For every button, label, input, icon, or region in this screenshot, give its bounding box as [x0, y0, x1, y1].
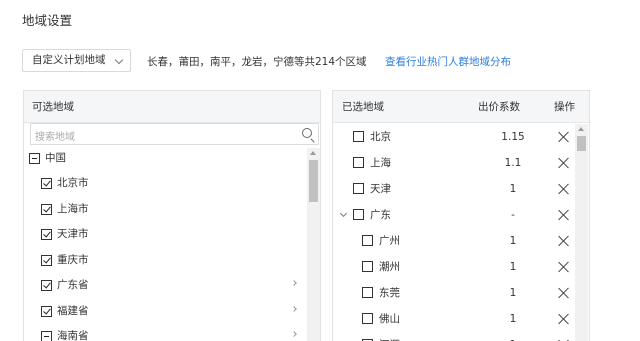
- tree-item-label: 福建省: [57, 305, 89, 317]
- checkbox-foshan-selected[interactable]: [362, 313, 373, 324]
- tree-item-label: 广东省: [57, 279, 89, 291]
- selected-row-beijing: 北京 1.15: [333, 124, 573, 150]
- bid-coefficient-value[interactable]: 1: [501, 306, 525, 332]
- selected-regions-header: 已选地域 出价系数 操作: [333, 91, 589, 123]
- available-regions-header: 可选地域: [24, 91, 320, 123]
- selected-row-shanghai: 上海 1.1: [333, 150, 573, 176]
- tree-item-shanghai[interactable]: 上海市: [41, 198, 301, 220]
- bid-coefficient-value: -: [511, 209, 515, 221]
- scrollbar-thumb[interactable]: [577, 136, 586, 151]
- tree-item-tianjin[interactable]: 天津市: [41, 223, 301, 245]
- selected-region-name: 广东: [370, 209, 391, 221]
- bid-coefficient-value[interactable]: 1.15: [501, 124, 525, 150]
- close-icon[interactable]: [558, 131, 570, 143]
- checkbox-tianjin-selected[interactable]: [353, 183, 364, 194]
- header-action: 操作: [554, 101, 575, 113]
- tree-item-label: 天津市: [57, 228, 89, 240]
- selected-row-tianjin: 天津 1: [333, 176, 573, 202]
- bid-coefficient-value[interactable]: 1: [501, 332, 525, 341]
- bid-coefficient-value[interactable]: 1: [501, 176, 525, 202]
- plan-region-select[interactable]: 自定义计划地域: [22, 49, 131, 72]
- checkbox-beijing[interactable]: [41, 178, 52, 189]
- selected-region-name: 北京: [370, 131, 391, 143]
- region-search-input[interactable]: 搜索地域: [30, 123, 319, 145]
- tree-item-label: 海南省: [57, 330, 89, 341]
- industry-distribution-link[interactable]: 查看行业热门人群地域分布: [385, 54, 511, 69]
- selected-row-dongguan: 东莞 1: [333, 280, 573, 306]
- scroll-up-icon[interactable]: [310, 151, 316, 155]
- checkbox-guangdong-selected[interactable]: [353, 209, 364, 220]
- search-placeholder: 搜索地域: [35, 132, 75, 143]
- search-icon[interactable]: [302, 128, 312, 138]
- chevron-down-icon: [114, 55, 124, 65]
- checkbox-shanghai-selected[interactable]: [353, 157, 364, 168]
- scrollbar-thumb[interactable]: [309, 160, 318, 202]
- close-icon[interactable]: [558, 313, 570, 325]
- close-icon[interactable]: [558, 235, 570, 247]
- tree-item-guangdong[interactable]: 广东省: [41, 274, 301, 296]
- checkbox-guangzhou-selected[interactable]: [362, 235, 373, 246]
- chevron-down-icon[interactable]: [339, 209, 348, 218]
- bid-coefficient-value[interactable]: 1: [501, 280, 525, 306]
- bid-coefficient-value[interactable]: 1: [501, 254, 525, 280]
- checkbox-tianjin[interactable]: [41, 229, 52, 240]
- selected-row-foshan: 佛山 1: [333, 306, 573, 332]
- selected-regions-panel: 已选地域 出价系数 操作 北京 1.15 上海 1.1 天津 1 广东 - 广州…: [332, 90, 590, 341]
- selected-regions-scrollbar[interactable]: [575, 124, 588, 341]
- checkbox-chaozhou-selected[interactable]: [362, 261, 373, 272]
- scroll-up-icon[interactable]: [578, 127, 584, 131]
- header-bid-coefficient: 出价系数: [478, 101, 520, 113]
- checkbox-china[interactable]: [29, 153, 40, 164]
- selected-region-name: 广州: [379, 235, 400, 247]
- available-regions-panel: 可选地域 搜索地域 中国 北京市 上海市 天津市 重庆市 广东省 福建省 海南省: [23, 90, 321, 341]
- selected-region-name: 潮州: [379, 261, 400, 273]
- selected-row-chaozhou: 潮州 1: [333, 254, 573, 280]
- page-title: 地域设置: [22, 13, 73, 28]
- tree-item-hainan[interactable]: 海南省: [41, 325, 301, 341]
- checkbox-shanghai[interactable]: [41, 204, 52, 215]
- close-icon[interactable]: [558, 261, 570, 273]
- selected-region-name: 河源: [379, 332, 400, 341]
- plan-region-select-value: 自定义计划地域: [32, 54, 106, 66]
- selected-region-name: 东莞: [379, 287, 400, 299]
- tree-item-label: 中国: [45, 152, 66, 164]
- selected-row-guangdong: 广东 -: [333, 202, 573, 228]
- tree-item-fujian[interactable]: 福建省: [41, 300, 301, 322]
- close-icon[interactable]: [558, 209, 570, 221]
- header-selected-region: 已选地域: [342, 101, 384, 113]
- checkbox-fujian[interactable]: [41, 306, 52, 317]
- checkbox-guangdong[interactable]: [41, 280, 52, 291]
- tree-item-label: 上海市: [57, 203, 89, 215]
- selected-region-name: 天津: [370, 183, 391, 195]
- checkbox-hainan[interactable]: [41, 331, 52, 341]
- tree-item-china[interactable]: 中国: [29, 147, 299, 169]
- bid-coefficient-value[interactable]: 1: [501, 228, 525, 254]
- region-summary: 长春，莆田，南平，龙岩，宁德等共214个区域: [147, 56, 367, 68]
- checkbox-dongguan-selected[interactable]: [362, 287, 373, 298]
- selected-row-heyuan: 河源 1: [333, 332, 573, 341]
- selected-region-name: 佛山: [379, 313, 400, 325]
- close-icon[interactable]: [558, 157, 570, 169]
- available-regions-scrollbar[interactable]: [307, 148, 320, 341]
- tree-item-chongqing[interactable]: 重庆市: [41, 249, 301, 271]
- tree-item-label: 重庆市: [57, 254, 89, 266]
- close-icon[interactable]: [558, 287, 570, 299]
- bid-coefficient-value[interactable]: 1.1: [501, 150, 525, 176]
- checkbox-beijing-selected[interactable]: [353, 131, 364, 142]
- selected-region-name: 上海: [370, 157, 391, 169]
- checkbox-chongqing[interactable]: [41, 255, 52, 266]
- tree-item-label: 北京市: [57, 177, 89, 189]
- close-icon[interactable]: [558, 183, 570, 195]
- tree-item-beijing[interactable]: 北京市: [41, 172, 301, 194]
- selected-row-guangzhou: 广州 1: [333, 228, 573, 254]
